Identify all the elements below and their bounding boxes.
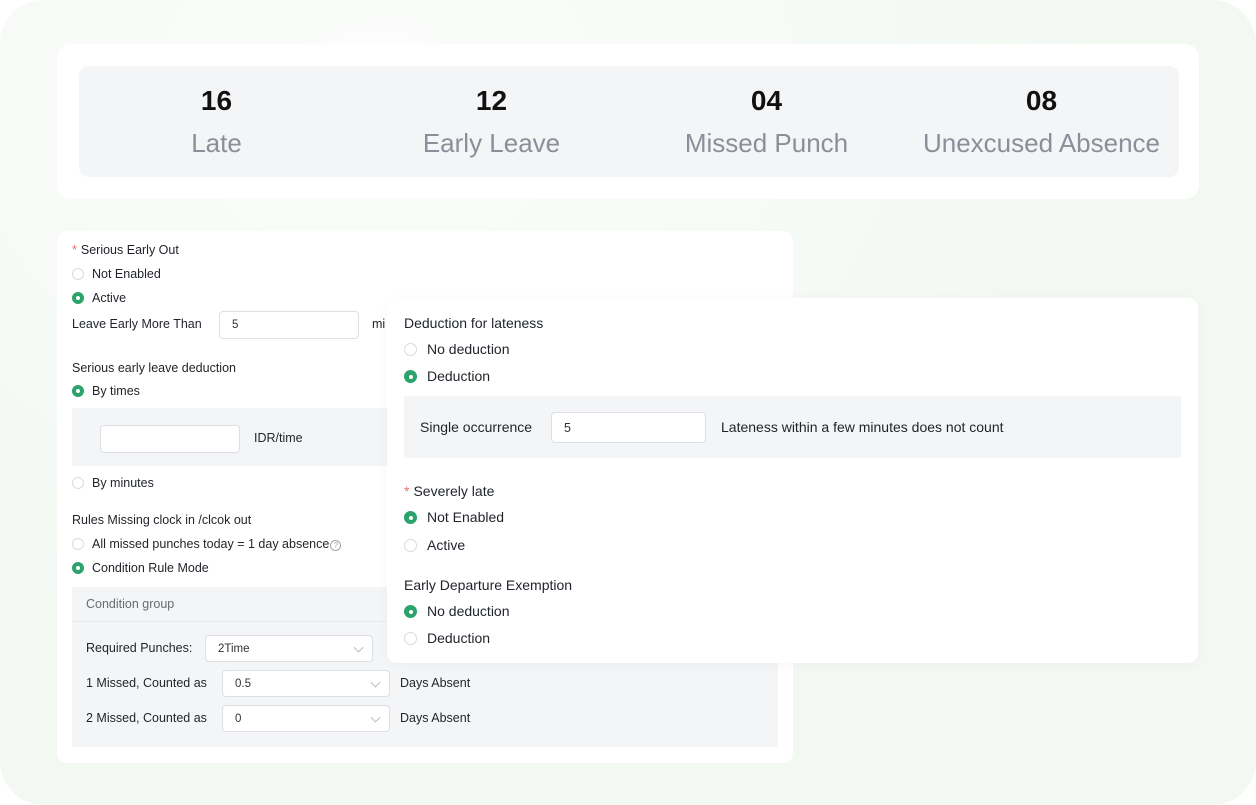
missed2-select[interactable]: 0 <box>222 705 390 732</box>
radio-deduction[interactable]: Deduction <box>404 368 490 384</box>
stat-unexcused-absence[interactable]: 08 Unexcused Absence <box>904 66 1179 177</box>
radio-no-deduction[interactable]: No deduction <box>404 603 510 619</box>
radio-label: Condition Rule Mode <box>92 561 209 575</box>
lateness-note: Lateness within a few minutes does not c… <box>721 419 1004 435</box>
radio-label: Deduction <box>427 630 491 646</box>
serious-early-out-heading: * Serious Early Out <box>72 243 179 257</box>
severely-late-title: Severely late <box>413 483 495 499</box>
missed1-select[interactable]: 0.5 <box>222 670 390 697</box>
radio-icon <box>72 268 84 280</box>
condition-group-title: Condition group <box>86 597 175 611</box>
stat-label: Missed Punch <box>684 128 849 158</box>
radio-by-times[interactable]: By times <box>72 384 140 398</box>
radio-label: By minutes <box>92 476 154 490</box>
days-absent-label: Days Absent <box>400 676 471 690</box>
missed2-label: 2 Missed, Counted as <box>86 711 207 725</box>
severely-late-heading: * Severely late <box>404 483 494 499</box>
select-value: 2Time <box>218 642 250 655</box>
idr-input[interactable] <box>100 425 240 453</box>
radio-active[interactable]: Active <box>72 291 126 305</box>
serious-early-out-title: Serious Early Out <box>80 243 179 257</box>
radio-icon <box>72 538 84 550</box>
leave-early-input[interactable]: 5 <box>219 311 359 339</box>
radio-all-missed[interactable]: All missed punches today = 1 day absence… <box>72 537 342 551</box>
chevron-down-icon <box>370 677 381 688</box>
required-mark: * <box>404 483 410 499</box>
stat-missed-punch[interactable]: 04 Missed Punch <box>629 66 904 177</box>
radio-label: Deduction <box>427 368 491 384</box>
radio-label: By times <box>92 384 140 398</box>
required-mark: * <box>72 243 77 257</box>
chevron-down-icon <box>353 642 364 653</box>
required-punches-label: Required Punches: <box>86 641 193 655</box>
lateness-title: Deduction for lateness <box>404 315 544 331</box>
stat-value: 08 <box>1025 85 1058 116</box>
radio-checked-icon <box>404 511 417 524</box>
radio-checked-icon <box>72 292 84 304</box>
stat-value: 12 <box>475 85 508 116</box>
single-occurrence-label: Single occurrence <box>420 419 533 435</box>
stat-label: Late <box>191 128 242 158</box>
missed1-label: 1 Missed, Counted as <box>86 676 207 690</box>
radio-label: Active <box>427 537 466 553</box>
select-value: 0.5 <box>235 677 251 690</box>
radio-not-enabled[interactable]: Not Enabled <box>404 509 504 525</box>
radio-no-deduction[interactable]: No deduction <box>404 341 510 357</box>
radio-label: Active <box>92 291 127 305</box>
stats-panel: 16 Late 12 Early Leave 04 Missed Punch 0… <box>79 66 1179 177</box>
required-punches-select[interactable]: 2Time <box>205 635 373 662</box>
radio-checked-icon <box>404 370 417 383</box>
select-value: 0 <box>235 712 242 725</box>
missing-clock-title: Rules Missing clock in /clcok out <box>72 513 252 527</box>
chevron-down-icon <box>370 712 381 723</box>
leave-early-unit: mi <box>372 317 386 331</box>
days-absent-label: Days Absent <box>400 711 471 725</box>
radio-not-enabled[interactable]: Not Enabled <box>72 267 161 281</box>
stat-value: 16 <box>200 85 233 116</box>
stat-late[interactable]: 16 Late <box>79 66 354 177</box>
radio-icon <box>72 477 84 489</box>
stat-early-leave[interactable]: 12 Early Leave <box>354 66 629 177</box>
stat-label: Early Leave <box>422 128 561 158</box>
radio-by-minutes[interactable]: By minutes <box>72 476 154 490</box>
radio-checked-icon <box>404 605 417 618</box>
radio-checked-icon <box>72 385 84 397</box>
radio-icon <box>404 632 417 645</box>
early-departure-title: Early Departure Exemption <box>404 577 573 593</box>
leave-early-label: Leave Early More Than <box>72 317 202 331</box>
radio-label: No deduction <box>427 341 510 357</box>
radio-deduction[interactable]: Deduction <box>404 630 490 646</box>
idr-unit: IDR/time <box>254 431 303 445</box>
radio-checked-icon <box>72 562 84 574</box>
radio-label: Not Enabled <box>427 509 505 525</box>
radio-icon <box>404 343 417 356</box>
stat-label: Unexcused Absence <box>922 128 1161 158</box>
deduction-title: Serious early leave deduction <box>72 361 236 375</box>
radio-label: Not Enabled <box>92 267 161 281</box>
lateness-settings-card: Deduction for lateness No deduction Dedu… <box>387 298 1198 663</box>
radio-icon <box>404 539 417 552</box>
stats-card: 16 Late 12 Early Leave 04 Missed Punch 0… <box>57 44 1199 199</box>
radio-condition-mode[interactable]: Condition Rule Mode <box>72 561 209 575</box>
help-icon[interactable]: ? <box>330 540 342 551</box>
single-occurrence-input[interactable]: 5 <box>551 412 706 443</box>
radio-active[interactable]: Active <box>404 537 465 553</box>
radio-label: All missed punches today = 1 day absence <box>92 537 330 551</box>
stat-value: 04 <box>750 85 783 116</box>
radio-label: No deduction <box>427 603 510 619</box>
